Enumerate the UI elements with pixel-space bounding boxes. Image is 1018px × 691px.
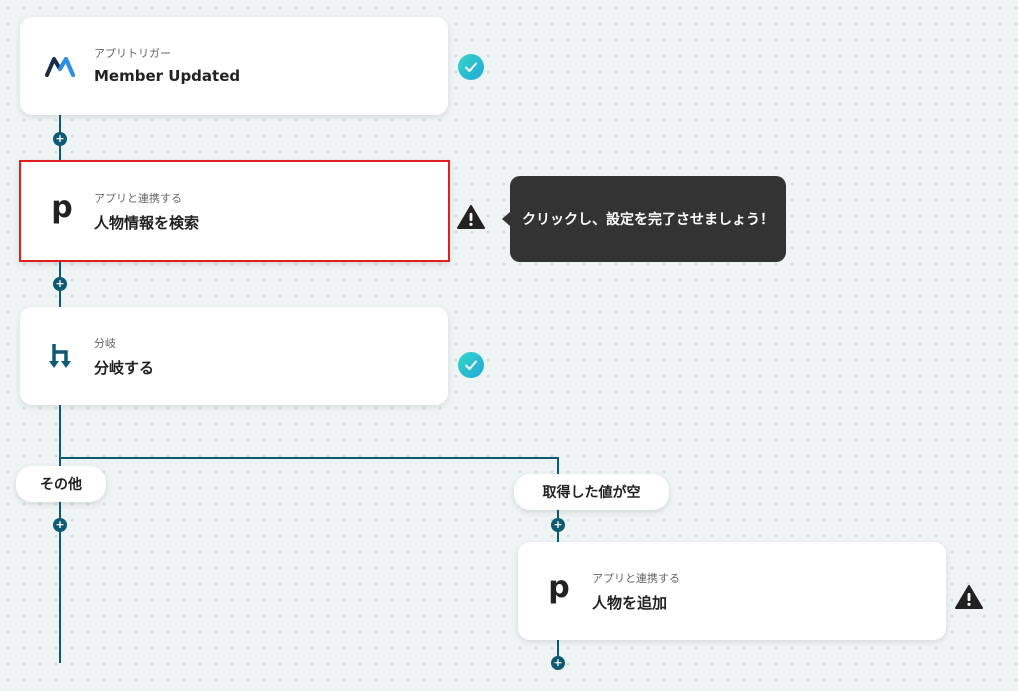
step-title: 人物情報を検索 [94,214,200,232]
branch-label-other[interactable]: その他 [16,466,106,502]
warning-icon [457,204,485,230]
connector-branch-horizontal [59,457,559,459]
warning-icon [955,584,983,610]
setup-hint-tooltip: クリックし、設定を完了させましょう！ [510,176,786,262]
step-type-label: アプリと連携する [94,192,182,205]
add-person-card[interactable]: p アプリと連携する 人物を追加 [518,542,946,640]
memberstack-logo-icon [44,49,78,83]
add-step-button[interactable]: + [551,656,565,670]
tooltip-text: クリックし、設定を完了させましょう！ [522,212,774,228]
branch-card[interactable]: 分岐 分岐する [20,307,448,405]
check-icon [458,352,484,378]
branch-icon [44,339,78,373]
add-step-button[interactable]: + [53,518,67,532]
add-step-button[interactable]: + [53,132,67,146]
search-person-card[interactable]: p アプリと連携する 人物情報を検索 [19,160,450,262]
step-title: 人物を追加 [592,594,668,612]
check-icon [458,54,484,80]
connector-main-vertical [59,405,61,663]
step-type-label: アプリトリガー [94,47,171,60]
branch-label-empty-value[interactable]: 取得した値が空 [514,474,669,510]
step-title: Member Updated [94,67,241,85]
trigger-card[interactable]: アプリトリガー Member Updated [20,17,448,115]
p-logo-icon: p [548,570,570,605]
step-type-label: アプリと連携する [592,572,680,585]
p-logo-icon: p [51,190,73,225]
add-step-button[interactable]: + [551,518,565,532]
add-step-button[interactable]: + [53,277,67,291]
step-title: 分岐する [94,359,155,377]
step-type-label: 分岐 [94,337,116,350]
